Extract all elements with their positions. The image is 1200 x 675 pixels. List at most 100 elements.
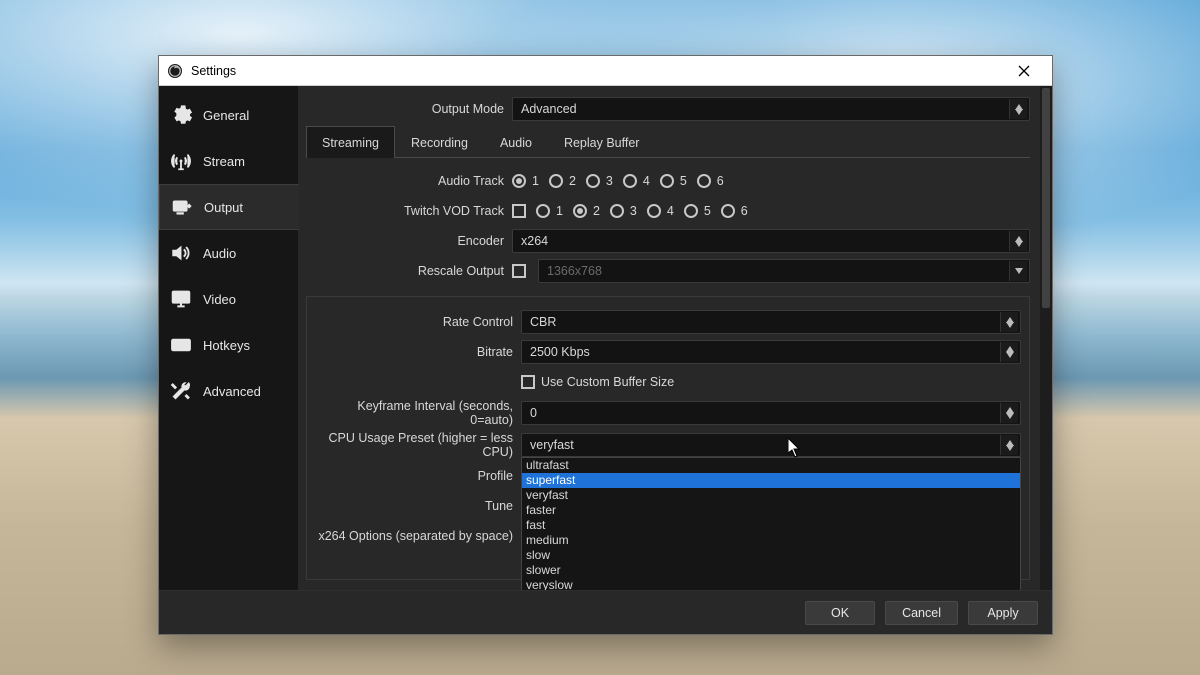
keyboard-icon: [169, 333, 193, 357]
radio-label: 1: [532, 174, 539, 188]
sidebar-item-audio[interactable]: Audio: [159, 230, 298, 276]
radio-label: 1: [556, 204, 563, 218]
rescale-output-combo[interactable]: 1366x768: [538, 259, 1030, 283]
apply-button[interactable]: Apply: [968, 601, 1038, 625]
audio-track-option[interactable]: 4: [623, 174, 650, 188]
sidebar-item-label: Output: [204, 200, 243, 215]
sidebar-item-label: Video: [203, 292, 236, 307]
keyframe-interval-spinner[interactable]: 0: [521, 401, 1021, 425]
cpu-preset-option[interactable]: medium: [522, 533, 1020, 548]
spinner-caret-icon: [1009, 231, 1027, 251]
radio-icon: [586, 174, 600, 188]
radio-label: 3: [606, 174, 613, 188]
tools-icon: [169, 379, 193, 403]
ok-button[interactable]: OK: [805, 601, 875, 625]
radio-icon: [573, 204, 587, 218]
audio-track-option[interactable]: 6: [697, 174, 724, 188]
tab-streaming[interactable]: Streaming: [306, 126, 395, 158]
encoder-label: Encoder: [306, 234, 504, 248]
client-area: General Stream Output: [159, 86, 1052, 590]
settings-sidebar: General Stream Output: [159, 86, 298, 590]
speaker-icon: [169, 241, 193, 265]
window-close-button[interactable]: [1004, 57, 1044, 85]
radio-label: 4: [667, 204, 674, 218]
twitch-vod-track-option[interactable]: 2: [573, 204, 600, 218]
radio-icon: [684, 204, 698, 218]
radio-label: 4: [643, 174, 650, 188]
radio-icon: [610, 204, 624, 218]
obs-app-icon: [167, 63, 183, 79]
twitch-vod-track-option[interactable]: 6: [721, 204, 748, 218]
keyframe-interval-label: Keyframe Interval (seconds, 0=auto): [315, 399, 513, 427]
audio-track-option[interactable]: 5: [660, 174, 687, 188]
cpu-preset-option[interactable]: fast: [522, 518, 1020, 533]
output-subtabs: Streaming Recording Audio Replay Buffer: [306, 126, 1030, 158]
rescale-output-checkbox[interactable]: [512, 264, 526, 278]
radio-icon: [697, 174, 711, 188]
cpu-preset-option[interactable]: faster: [522, 503, 1020, 518]
cpu-preset-option[interactable]: superfast: [522, 473, 1020, 488]
spinner-caret-icon: [1000, 403, 1018, 423]
cpu-preset-option[interactable]: slow: [522, 548, 1020, 563]
bitrate-spinner[interactable]: 2500 Kbps: [521, 340, 1021, 364]
sidebar-item-label: Advanced: [203, 384, 261, 399]
sidebar-item-stream[interactable]: Stream: [159, 138, 298, 184]
rescale-output-value: 1366x768: [547, 264, 602, 278]
output-mode-label: Output Mode: [306, 102, 504, 116]
tune-label: Tune: [315, 499, 513, 513]
cpu-preset-option[interactable]: veryfast: [522, 488, 1020, 503]
sidebar-item-label: Hotkeys: [203, 338, 250, 353]
tab-recording[interactable]: Recording: [395, 126, 484, 158]
twitch-vod-track-option[interactable]: 5: [684, 204, 711, 218]
profile-label: Profile: [315, 469, 513, 483]
radio-label: 2: [593, 204, 600, 218]
sidebar-item-label: General: [203, 108, 249, 123]
sidebar-item-label: Stream: [203, 154, 245, 169]
sidebar-item-video[interactable]: Video: [159, 276, 298, 322]
keyframe-interval-value: 0: [530, 406, 537, 420]
radio-label: 6: [717, 174, 724, 188]
radio-icon: [536, 204, 550, 218]
antenna-icon: [169, 149, 193, 173]
use-custom-buffer-label: Use Custom Buffer Size: [541, 375, 674, 389]
encoder-combo[interactable]: x264: [512, 229, 1030, 253]
radio-icon: [512, 174, 526, 188]
twitch-vod-track-option[interactable]: 3: [610, 204, 637, 218]
audio-track-label: Audio Track: [306, 174, 504, 188]
window-title: Settings: [191, 64, 236, 78]
use-custom-buffer-checkbox-wrap[interactable]: Use Custom Buffer Size: [521, 375, 674, 389]
rate-control-combo[interactable]: CBR: [521, 310, 1021, 334]
audio-track-option[interactable]: 2: [549, 174, 576, 188]
x264-options-label: x264 Options (separated by space): [315, 529, 513, 543]
rate-control-label: Rate Control: [315, 315, 513, 329]
audio-track-option[interactable]: 3: [586, 174, 613, 188]
cpu-preset-option[interactable]: ultrafast: [522, 458, 1020, 473]
rate-control-value: CBR: [530, 315, 556, 329]
sidebar-item-output[interactable]: Output: [159, 184, 299, 230]
gear-icon: [169, 103, 193, 127]
twitch-vod-track-option[interactable]: 4: [647, 204, 674, 218]
vertical-scrollbar[interactable]: [1040, 86, 1052, 590]
spinner-caret-icon: [1009, 99, 1027, 119]
output-icon: [170, 195, 194, 219]
sidebar-item-advanced[interactable]: Advanced: [159, 368, 298, 414]
audio-track-option[interactable]: 1: [512, 174, 539, 188]
tab-replay-buffer[interactable]: Replay Buffer: [548, 126, 656, 158]
cancel-button[interactable]: Cancel: [885, 601, 958, 625]
sidebar-item-general[interactable]: General: [159, 92, 298, 138]
audio-track-radios: 12 3 45 6: [512, 174, 1030, 188]
twitch-vod-enabled-checkbox[interactable]: [512, 204, 526, 218]
cpu-preset-dropdown[interactable]: ultrafastsuperfastveryfastfasterfastmedi…: [521, 457, 1021, 590]
scrollbar-thumb[interactable]: [1042, 88, 1050, 308]
use-custom-buffer-checkbox[interactable]: [521, 375, 535, 389]
tab-audio[interactable]: Audio: [484, 126, 548, 158]
sidebar-item-hotkeys[interactable]: Hotkeys: [159, 322, 298, 368]
spinner-caret-icon: [1000, 312, 1018, 332]
output-mode-combo[interactable]: Advanced: [512, 97, 1030, 121]
cpu-preset-option[interactable]: veryslow: [522, 578, 1020, 590]
cpu-preset-combo[interactable]: veryfast: [521, 433, 1021, 457]
radio-icon: [623, 174, 637, 188]
twitch-vod-track-option[interactable]: 1: [536, 204, 563, 218]
cpu-preset-option[interactable]: slower: [522, 563, 1020, 578]
cpu-preset-value: veryfast: [530, 438, 574, 452]
